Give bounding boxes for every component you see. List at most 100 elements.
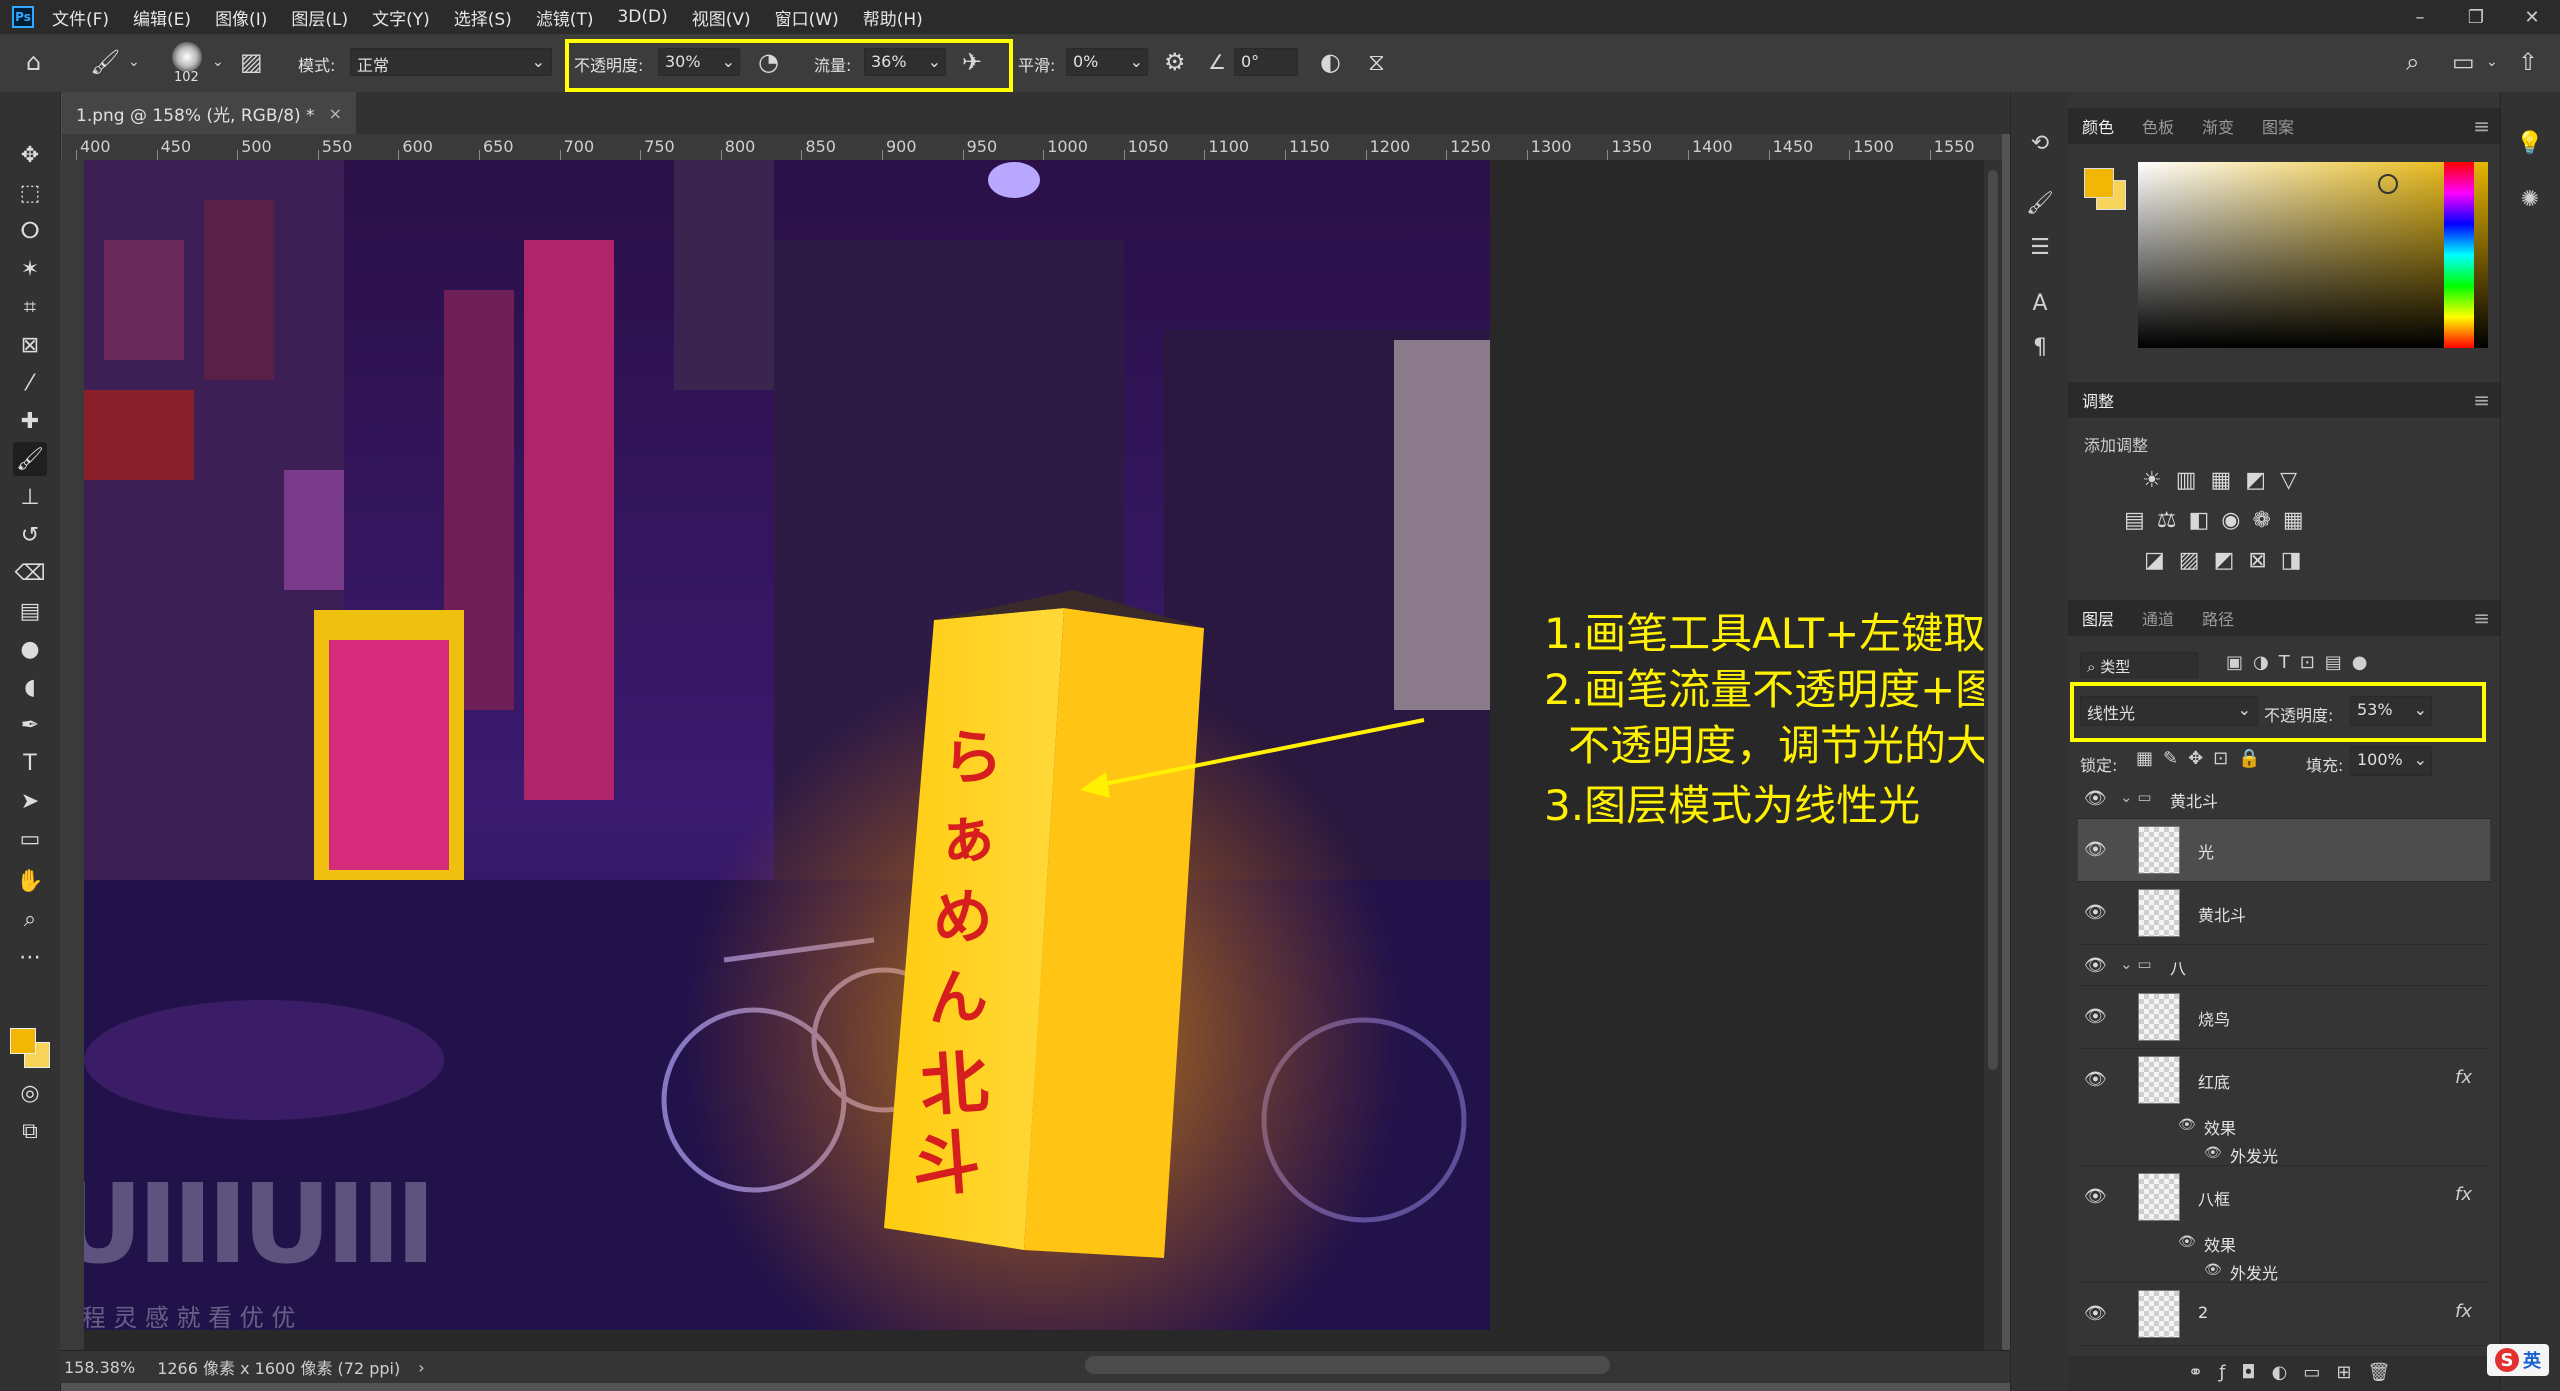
mode-select[interactable]: 正常 ⌄ xyxy=(350,48,552,76)
adjustment-icons-row-3[interactable]: ◪▨◩⊠◨ xyxy=(2144,548,2344,573)
fill-input[interactable]: 100% ⌄ xyxy=(2350,746,2432,776)
pressure-opacity-icon[interactable]: ◔ xyxy=(758,48,779,76)
group-expand-icon[interactable]: ⌄ ▭ xyxy=(2120,788,2152,806)
vertical-scrollbar[interactable] xyxy=(1984,160,2002,1350)
blend-mode-select[interactable]: 线性光 ⌄ xyxy=(2080,696,2258,726)
blur-tool-icon[interactable]: ● xyxy=(13,632,47,666)
layer-fx-badge[interactable]: fx xyxy=(2455,1067,2472,1088)
menu-type[interactable]: 文字(Y) xyxy=(372,5,430,30)
canvas-area[interactable]: ら ぁ め ん 北 斗 1.画笔工具ALT+左键取色 2.画笔流量不透明度+图层… xyxy=(84,160,1984,1350)
adjustment-icons-row-2[interactable]: ▤⚖◧◉❁▦ xyxy=(2124,508,2364,533)
close-icon[interactable]: × xyxy=(329,104,342,123)
layer-group-row[interactable]: 👁 ⌄ ▭ 八 xyxy=(2078,945,2490,986)
color-panel-foreground-swatch[interactable] xyxy=(2084,168,2114,198)
hue-slider[interactable] xyxy=(2444,162,2474,348)
layer-row[interactable]: 👁 2 fx xyxy=(2078,1283,2490,1346)
properties-panel-icon[interactable]: ☰ xyxy=(2025,232,2055,262)
menu-window[interactable]: 窗口(W) xyxy=(775,5,839,30)
share-icon[interactable]: ⇧ xyxy=(2518,48,2538,76)
group-expand-icon[interactable]: ⌄ ▭ xyxy=(2120,955,2152,973)
menu-layer[interactable]: 图层(L) xyxy=(291,5,348,30)
workspace-icon[interactable]: ▭ xyxy=(2452,48,2475,76)
visibility-eye-icon[interactable]: 👁 xyxy=(2084,955,2107,976)
chevron-down-icon[interactable]: ⌄ xyxy=(128,48,140,76)
chevron-down-icon[interactable]: ⌄ xyxy=(2486,48,2498,76)
brush-tool-icon[interactable]: 🖌 xyxy=(90,48,120,76)
panel-menu-icon[interactable]: ≡ xyxy=(2473,388,2490,412)
eyedropper-icon[interactable]: ⁄ xyxy=(13,366,47,400)
home-icon[interactable]: ⌂ xyxy=(26,48,41,76)
search-icon[interactable]: ⌕ xyxy=(2406,48,2419,76)
pressure-size-icon[interactable]: ◐ xyxy=(1320,48,1341,76)
visibility-eye-icon[interactable]: 👁 xyxy=(2204,1262,2222,1278)
ime-indicator[interactable]: S 英 xyxy=(2487,1344,2549,1376)
visibility-eye-icon[interactable]: 👁 xyxy=(2178,1234,2196,1250)
rectangle-tool-icon[interactable]: ▭ xyxy=(13,822,47,856)
visibility-eye-icon[interactable]: 👁 xyxy=(2084,788,2107,809)
visibility-eye-icon[interactable]: 👁 xyxy=(2084,1303,2107,1324)
panel-menu-icon[interactable]: ≡ xyxy=(2473,606,2490,630)
menu-select[interactable]: 选择(S) xyxy=(454,5,512,30)
symmetry-icon[interactable]: ⧖ xyxy=(1368,48,1385,76)
menu-view[interactable]: 视图(V) xyxy=(692,5,751,30)
healing-brush-icon[interactable]: ✚ xyxy=(13,404,47,438)
tab-swatches[interactable]: 色板 xyxy=(2128,114,2188,138)
pen-tool-icon[interactable]: ✒ xyxy=(13,708,47,742)
zoom-tool-icon[interactable]: ⌕ xyxy=(13,902,47,936)
layer-row[interactable]: 👁 红底 fx 👁 效果 👁 外发光 xyxy=(2078,1049,2490,1166)
artwork-canvas[interactable]: ら ぁ め ん 北 斗 xyxy=(84,160,1490,1330)
layer-fx-badge[interactable]: fx xyxy=(2455,1184,2472,1205)
lock-icons[interactable]: ▦✎✥⊡🔒 xyxy=(2136,748,2271,769)
tab-paths[interactable]: 路径 xyxy=(2188,606,2248,630)
layer-fx-badge[interactable]: fx xyxy=(2455,1301,2472,1322)
document-tab[interactable]: 1.png @ 158% (光, RGB/8) * × xyxy=(62,92,356,134)
airbrush-icon[interactable]: ✈ xyxy=(962,48,982,76)
restore-button[interactable]: ❐ xyxy=(2448,0,2504,34)
layer-filter-icons[interactable]: ▣◑T⊡▤● xyxy=(2226,652,2378,673)
gear-icon[interactable]: ⚙ xyxy=(1164,48,1186,76)
lightbulb-icon[interactable]: 💡 xyxy=(2515,128,2545,158)
paragraph-panel-icon[interactable]: ¶ xyxy=(2025,332,2055,362)
angle-input[interactable]: 0° xyxy=(1234,48,1298,76)
color-picker-cursor[interactable] xyxy=(2378,174,2398,194)
stamp-tool-icon[interactable]: ⊥ xyxy=(13,480,47,514)
tab-patterns[interactable]: 图案 xyxy=(2248,114,2308,138)
visibility-eye-icon[interactable]: 👁 xyxy=(2084,1006,2107,1027)
lasso-tool-icon[interactable]: ⵔ xyxy=(13,214,47,248)
horizontal-scroll-thumb[interactable] xyxy=(1085,1356,1610,1374)
magic-wand-icon[interactable]: ✶ xyxy=(13,252,47,286)
crop-tool-icon[interactable]: ⌗ xyxy=(13,290,47,324)
layer-row[interactable]: 👁 烧鸟 xyxy=(2078,986,2490,1049)
tab-color[interactable]: 颜色 xyxy=(2068,114,2128,138)
minimize-button[interactable]: – xyxy=(2392,0,2448,34)
panel-menu-icon[interactable]: ≡ xyxy=(2473,114,2490,138)
adjustment-icons-row-1[interactable]: ☀▥▦◩▽ xyxy=(2142,468,2342,493)
layer-row-selected[interactable]: 👁 光 xyxy=(2078,819,2490,882)
menu-file[interactable]: 文件(F) xyxy=(52,5,109,30)
flow-input[interactable]: 36% ⌄ xyxy=(864,48,946,76)
history-panel-icon[interactable]: ⟲ xyxy=(2025,128,2055,158)
brush-tool-icon[interactable]: 🖌 xyxy=(13,442,47,476)
visibility-eye-icon[interactable]: 👁 xyxy=(2204,1145,2222,1161)
frame-tool-icon[interactable]: ⊠ xyxy=(13,328,47,362)
layer-row[interactable]: 👁 黄北斗 xyxy=(2078,882,2490,945)
brush-preset-icon[interactable] xyxy=(172,42,202,72)
tab-channels[interactable]: 通道 xyxy=(2128,606,2188,630)
chevron-down-icon[interactable]: ⌄ xyxy=(212,48,224,76)
visibility-eye-icon[interactable]: 👁 xyxy=(2084,839,2107,860)
layer-footer-icons[interactable]: ⚭ƒ◘◐▭⊞🗑 xyxy=(2188,1362,2406,1383)
smoothing-input[interactable]: 0% ⌄ xyxy=(1066,48,1148,76)
dodge-tool-icon[interactable]: ◖ xyxy=(13,670,47,704)
layer-group-row[interactable]: 👁 ⌄ ▭ 黄北斗 xyxy=(2078,778,2490,819)
tab-layers[interactable]: 图层 xyxy=(2068,606,2128,630)
layer-filter-select[interactable]: ⌕ 类型 xyxy=(2080,652,2198,678)
menu-filter[interactable]: 滤镜(T) xyxy=(536,5,594,30)
marquee-tool-icon[interactable]: ⬚ xyxy=(13,176,47,210)
color-picker-field[interactable] xyxy=(2138,162,2488,348)
close-button[interactable]: ✕ xyxy=(2504,0,2560,34)
opacity-input[interactable]: 30% ⌄ xyxy=(658,48,740,76)
vertical-scroll-thumb[interactable] xyxy=(1988,170,1998,1070)
visibility-eye-icon[interactable]: 👁 xyxy=(2084,1186,2107,1207)
layer-row[interactable]: 👁 八框 fx 👁 效果 👁 外发光 xyxy=(2078,1166,2490,1283)
eraser-icon[interactable]: ⌫ xyxy=(13,556,47,590)
